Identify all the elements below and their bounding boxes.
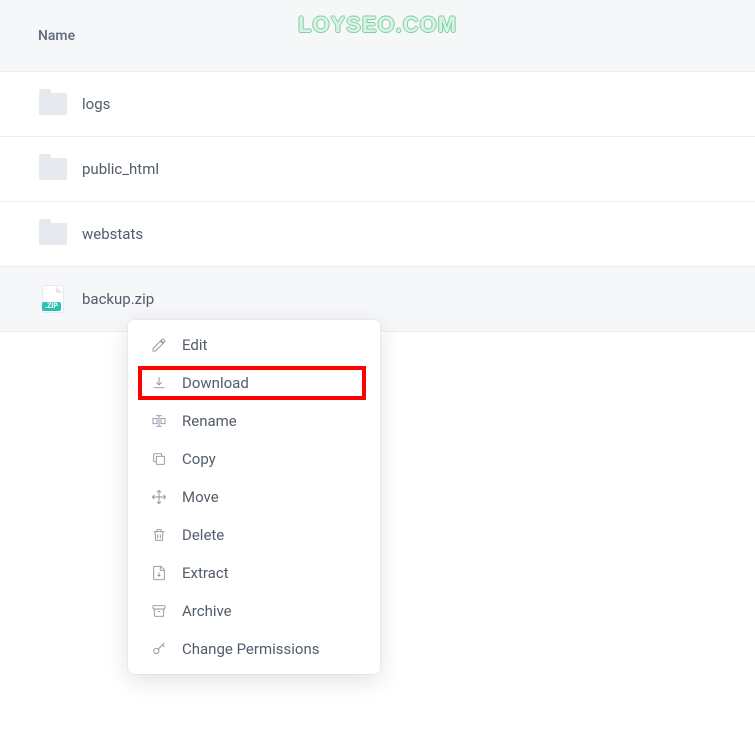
folder-icon	[38, 156, 68, 182]
menu-item-edit[interactable]: Edit	[128, 326, 380, 364]
folder-icon	[38, 221, 68, 247]
menu-item-label: Copy	[182, 450, 216, 468]
menu-item-label: Move	[182, 488, 219, 506]
file-row-folder[interactable]: webstats	[0, 202, 755, 267]
menu-item-label: Download	[182, 374, 249, 392]
edit-icon	[150, 336, 168, 354]
menu-item-permissions[interactable]: Change Permissions	[128, 630, 380, 668]
menu-item-rename[interactable]: Rename	[128, 402, 380, 440]
menu-item-archive[interactable]: Archive	[128, 592, 380, 630]
copy-icon	[150, 450, 168, 468]
folder-icon	[38, 91, 68, 117]
extract-icon	[150, 564, 168, 582]
menu-item-label: Edit	[182, 336, 207, 354]
rename-icon	[150, 412, 168, 430]
download-icon	[150, 374, 168, 392]
file-name: logs	[82, 95, 110, 113]
file-name: public_html	[82, 160, 159, 178]
zip-file-icon: .ZIP	[38, 286, 68, 312]
context-menu: Edit Download Rename Copy Move Delete	[128, 320, 380, 674]
menu-item-move[interactable]: Move	[128, 478, 380, 516]
file-row-folder[interactable]: public_html	[0, 137, 755, 202]
menu-item-label: Rename	[182, 412, 237, 430]
archive-icon	[150, 602, 168, 620]
file-name: backup.zip	[82, 290, 154, 308]
file-name: webstats	[82, 225, 143, 243]
menu-item-extract[interactable]: Extract	[128, 554, 380, 592]
menu-item-label: Change Permissions	[182, 640, 319, 658]
menu-item-copy[interactable]: Copy	[128, 440, 380, 478]
file-list: logs public_html webstats .ZIP backup.zi…	[0, 72, 755, 332]
key-icon	[150, 640, 168, 658]
column-header-name[interactable]: Name	[38, 28, 75, 44]
move-icon	[150, 488, 168, 506]
menu-item-label: Delete	[182, 526, 224, 544]
table-header: Name	[0, 0, 755, 72]
menu-item-download[interactable]: Download	[128, 364, 380, 402]
file-row-folder[interactable]: logs	[0, 72, 755, 137]
menu-item-delete[interactable]: Delete	[128, 516, 380, 554]
menu-item-label: Archive	[182, 602, 232, 620]
delete-icon	[150, 526, 168, 544]
menu-item-label: Extract	[182, 564, 229, 582]
